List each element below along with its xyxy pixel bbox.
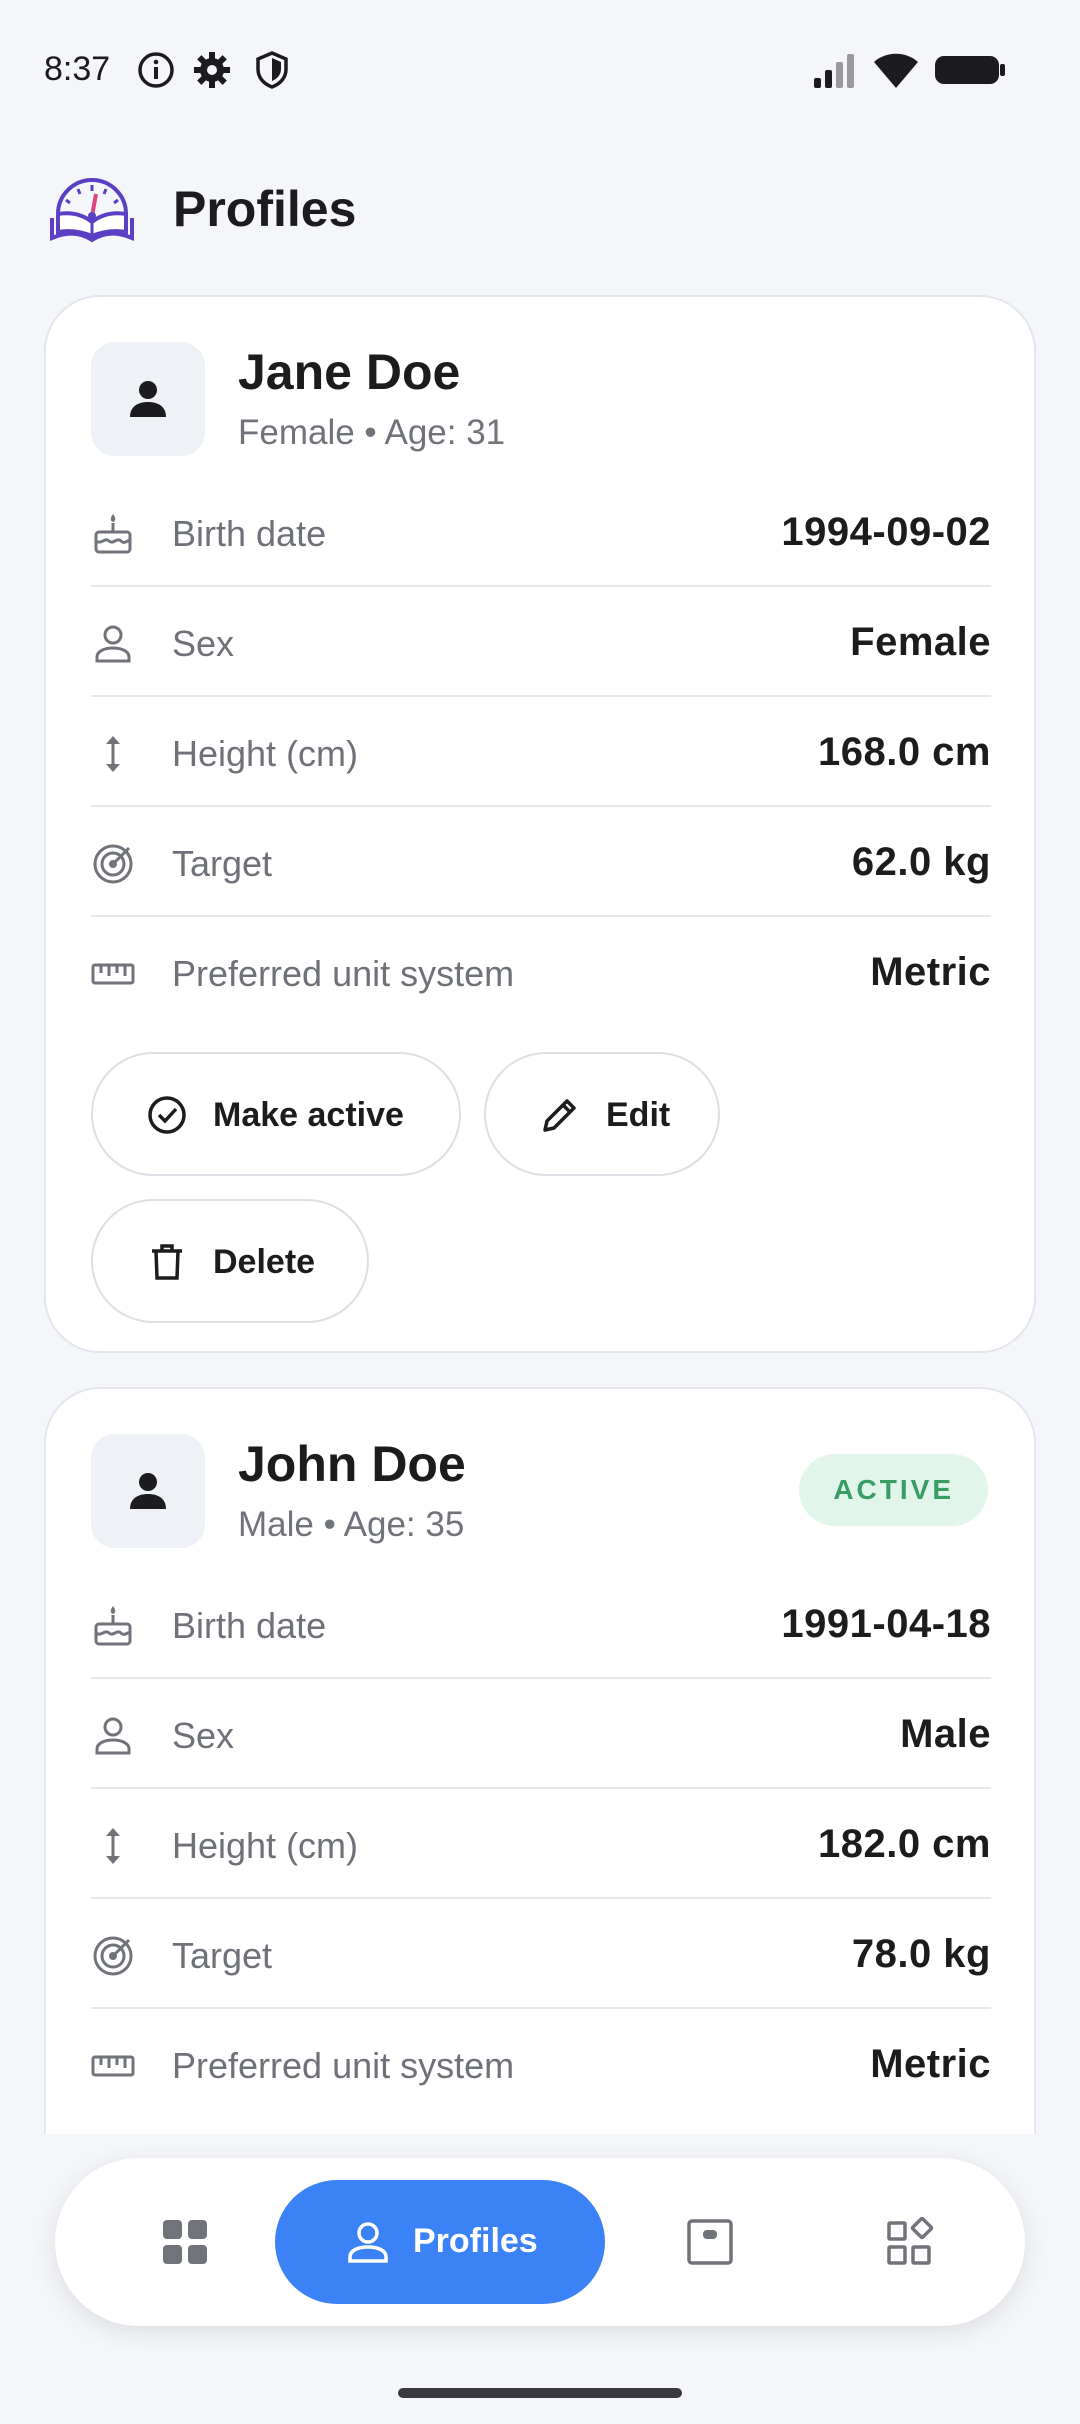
detail-label: Sex	[172, 1715, 235, 1756]
detail-label: Preferred unit system	[172, 2045, 515, 2086]
profile-subtitle: Female • Age: 31	[238, 413, 506, 452]
detail-row-birth-date: Birth date 1994-09-02	[91, 477, 991, 587]
make-active-label: Make active	[213, 1096, 404, 1134]
detail-value: 78.0 kg	[851, 1932, 991, 1976]
detail-value: 168.0 cm	[817, 730, 991, 774]
page-title: Profiles	[173, 181, 357, 237]
detail-row-height: Height (cm) 182.0 cm	[91, 1789, 991, 1899]
detail-value: Male	[900, 1712, 991, 1756]
more-apps-icon	[887, 2217, 934, 2265]
signal-icon	[812, 50, 860, 90]
profile-subtitle: Male • Age: 35	[238, 1505, 465, 1544]
target-icon	[91, 1934, 135, 1978]
detail-value: 62.0 kg	[851, 840, 991, 884]
nav-item-profiles[interactable]: Profiles	[275, 2180, 605, 2304]
gear-icon	[192, 50, 232, 90]
info-icon	[136, 50, 176, 90]
detail-label: Birth date	[172, 1605, 327, 1646]
profile-name: John Doe	[238, 1436, 466, 1492]
detail-label: Target	[172, 843, 273, 884]
nav-item-dashboard[interactable]	[145, 2180, 225, 2304]
profile-name: Jane Doe	[238, 344, 461, 400]
pencil-icon	[543, 1099, 576, 1132]
wifi-icon	[872, 50, 920, 90]
profile-details: Birth date 1991-04-18 Sex Male Height (c…	[91, 1569, 991, 2119]
detail-value: 1991-04-18	[781, 1602, 991, 1646]
trash-icon	[152, 1244, 182, 1280]
delete-button[interactable]: Delete	[91, 1199, 369, 1323]
height-arrows-icon	[91, 732, 135, 776]
detail-value: 1994-09-02	[781, 510, 991, 554]
target-icon	[91, 842, 135, 886]
detail-label: Birth date	[172, 513, 327, 554]
detail-row-unit-system: Preferred unit system Metric	[91, 917, 991, 1027]
detail-row-height: Height (cm) 168.0 cm	[91, 697, 991, 807]
bottom-nav: Profiles	[55, 2158, 1025, 2326]
edit-label: Edit	[606, 1096, 671, 1134]
cake-icon	[91, 1604, 135, 1648]
detail-row-sex: Sex Female	[91, 587, 991, 697]
detail-value: 182.0 cm	[817, 1822, 991, 1866]
home-indicator[interactable]	[398, 2388, 682, 2398]
avatar	[91, 342, 205, 456]
detail-label: Height (cm)	[172, 733, 359, 774]
detail-label: Sex	[172, 623, 235, 664]
height-arrows-icon	[91, 1824, 135, 1868]
detail-value: Metric	[870, 950, 991, 994]
detail-row-target: Target 62.0 kg	[91, 807, 991, 917]
check-circle-icon	[148, 1096, 186, 1134]
active-status-badge: ACTIVE	[799, 1454, 988, 1526]
detail-value: Female	[850, 620, 991, 664]
status-bar: 8:37	[0, 0, 1080, 140]
book-gauge-logo	[48, 174, 136, 244]
detail-label: Height (cm)	[172, 1825, 359, 1866]
shield-icon	[252, 50, 292, 90]
profile-details: Birth date 1994-09-02 Sex Female Height …	[91, 477, 991, 1027]
delete-label: Delete	[213, 1243, 316, 1281]
nav-item-scale[interactable]	[670, 2180, 750, 2304]
status-time: 8:37	[44, 50, 111, 88]
detail-row-birth-date: Birth date 1991-04-18	[91, 1569, 991, 1679]
scale-icon	[687, 2219, 733, 2265]
nav-item-more-apps[interactable]	[870, 2180, 950, 2304]
detail-label: Target	[172, 1935, 273, 1976]
person-icon	[348, 2222, 388, 2263]
detail-row-unit-system: Preferred unit system Metric	[91, 2009, 991, 2119]
edit-button[interactable]: Edit	[484, 1052, 720, 1176]
dashboard-icon	[163, 2220, 207, 2264]
app-header: Profiles	[0, 160, 1080, 260]
detail-value: Metric	[870, 2042, 991, 2086]
detail-row-sex: Sex Male	[91, 1679, 991, 1789]
make-active-button[interactable]: Make active	[91, 1052, 461, 1176]
ruler-icon	[91, 2044, 135, 2088]
profile-card: Jane Doe Female • Age: 31 Birth date 199…	[44, 295, 1036, 1353]
cake-icon	[91, 512, 135, 556]
person-outline-icon	[91, 622, 135, 666]
detail-row-target: Target 78.0 kg	[91, 1899, 991, 2009]
person-outline-icon	[91, 1714, 135, 1758]
battery-icon	[934, 50, 1006, 90]
nav-label-profiles: Profiles	[413, 2222, 538, 2260]
person-icon	[130, 381, 166, 417]
avatar	[91, 1434, 205, 1548]
detail-label: Preferred unit system	[172, 953, 515, 994]
person-icon	[130, 1473, 166, 1509]
ruler-icon	[91, 952, 135, 996]
